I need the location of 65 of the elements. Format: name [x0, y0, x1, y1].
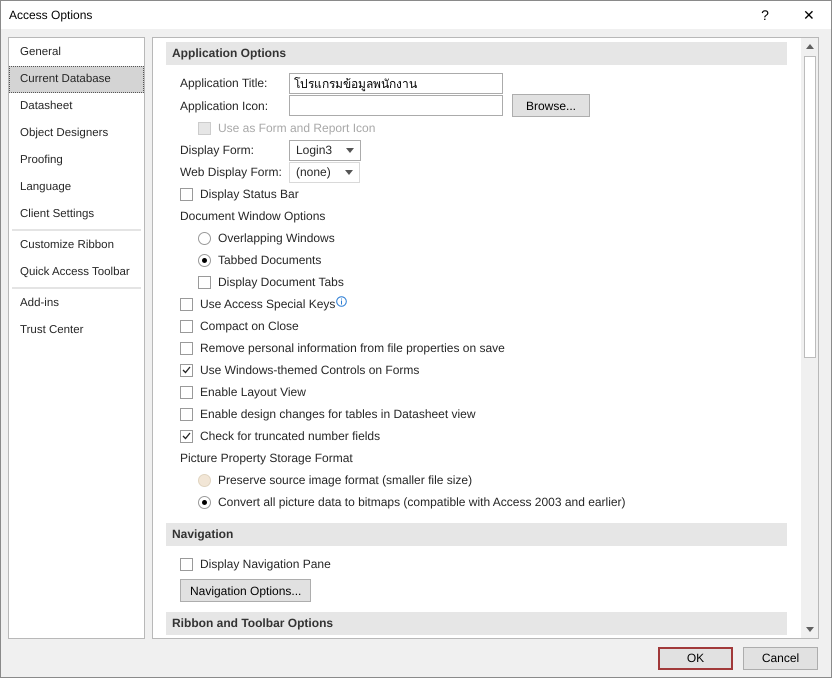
sidebar-item[interactable]: Add-ins	[9, 290, 144, 317]
checkbox[interactable]	[198, 276, 211, 288]
checkbox-label: Use Access Special Keys	[200, 296, 336, 313]
checkbox[interactable]	[180, 364, 193, 376]
checkbox[interactable]	[180, 320, 193, 332]
radio-label: Overlapping Windows	[218, 230, 335, 247]
caret-icon	[344, 170, 353, 174]
scroll-up-icon	[806, 44, 814, 49]
checkbox-label: Enable Layout View	[200, 384, 306, 401]
section-header: Ribbon and Toolbar Options	[166, 612, 787, 635]
close-button[interactable]: ✕	[787, 1, 831, 29]
sidebar-item[interactable]: Proofing	[9, 147, 144, 174]
checkbox[interactable]	[180, 386, 193, 398]
sidebar-item[interactable]: Customize Ribbon	[9, 232, 144, 259]
field-label: Application Title:	[180, 75, 268, 92]
radio-button[interactable]	[198, 254, 211, 266]
checkbox[interactable]	[180, 558, 193, 570]
radio-button[interactable]	[198, 496, 211, 508]
sidebar-item[interactable]: Datasheet	[9, 93, 144, 120]
field-label: Application Icon:	[180, 98, 270, 114]
dropdown-value: Login3	[296, 142, 332, 159]
sidebar-item[interactable]: General	[9, 39, 144, 66]
checkbox-label: Compact on Close	[200, 318, 299, 335]
radio-button[interactable]	[198, 232, 211, 244]
checkbox-label: Display Navigation Pane	[200, 556, 331, 573]
sidebar-item[interactable]: Quick Access Toolbar	[9, 259, 144, 286]
section-header: Navigation	[166, 523, 787, 546]
checkbox[interactable]	[180, 188, 193, 200]
window-title: Access Options	[9, 7, 94, 24]
field-label: Web Display Form:	[180, 164, 283, 181]
group-label: Picture Property Storage Format	[180, 450, 353, 467]
dropdown-value: (none)	[296, 164, 331, 181]
checkbox-label: Display Status Bar	[200, 186, 299, 203]
radio-label: Preserve source image format (smaller file size)	[218, 472, 472, 489]
section-header: Application Options	[166, 42, 787, 65]
caret-icon	[346, 148, 354, 152]
text-field[interactable]	[289, 95, 503, 116]
scroll-down-icon	[806, 627, 814, 632]
options-button[interactable]: Navigation Options...	[180, 579, 312, 602]
checkbox[interactable]	[180, 430, 193, 442]
checkbox-label: Check for truncated number fields	[200, 428, 380, 445]
radio-label: Convert all picture data to bitmaps (compatible with Access 2003 and earlier)	[218, 494, 626, 511]
dialog-button[interactable]: Cancel	[743, 646, 818, 670]
checkbox-label: Remove personal information from file properties on save	[200, 340, 505, 357]
scrollbar[interactable]	[801, 38, 818, 638]
sidebar-item[interactable]: Current Database	[9, 66, 144, 93]
checkbox[interactable]	[180, 342, 193, 354]
text-field[interactable]: โปรแกรมข้อมูลพนักงาน	[289, 72, 503, 94]
checkbox[interactable]	[180, 408, 193, 420]
checkbox-label: Use as Form and Report Icon	[218, 120, 376, 137]
browse-button[interactable]: Browse...	[512, 94, 590, 117]
help-button[interactable]: ?	[743, 1, 787, 29]
dialog-button[interactable]: OK	[658, 646, 733, 670]
checkbox-label: Display Document Tabs	[218, 274, 344, 291]
field-label: Display Form:	[180, 142, 256, 159]
checkbox-label: Use Windows-themed Controls on Forms	[200, 362, 420, 379]
sidebar-item[interactable]: Trust Center	[9, 317, 144, 344]
checkbox[interactable]	[180, 298, 193, 310]
radio-label: Tabbed Documents	[218, 252, 322, 269]
sidebar-item[interactable]: Object Designers	[9, 120, 144, 147]
sidebar-item[interactable]: Language	[9, 174, 144, 201]
group-label: Document Window Options	[180, 208, 326, 225]
dropdown[interactable]: Login3	[289, 140, 362, 160]
checkbox-label: Enable design changes for tables in Datasheet view	[200, 406, 476, 423]
sidebar-item[interactable]: Client Settings	[9, 201, 144, 228]
